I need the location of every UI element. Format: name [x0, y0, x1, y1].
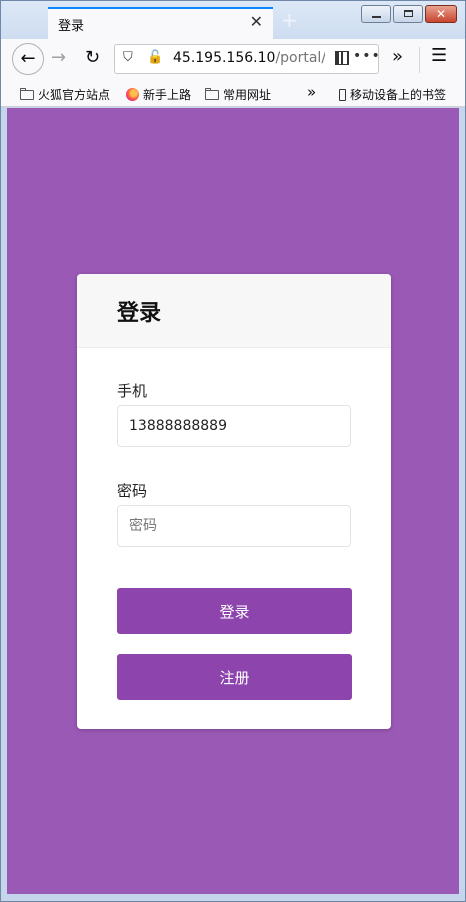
- minimize-icon: [372, 16, 381, 18]
- back-button[interactable]: ←: [12, 43, 44, 75]
- tracking-shield-icon[interactable]: ⛉: [123, 50, 133, 65]
- toolbar-overflow-icon[interactable]: »: [392, 46, 403, 67]
- hamburger-menu-icon[interactable]: ☰: [431, 45, 447, 66]
- toolbar-separator: [419, 47, 420, 73]
- url-bar[interactable]: ⛉ 🔓 45.195.156.10/portal/u •••: [114, 44, 379, 74]
- qr-code-icon[interactable]: [335, 51, 349, 65]
- insecure-connection-icon[interactable]: 🔓: [147, 50, 163, 65]
- page-content: 登录 手机 密码 登录 注册: [7, 108, 459, 894]
- bookmark-label: 火狐官方站点: [38, 88, 111, 102]
- login-card: 登录 手机 密码 登录 注册: [77, 274, 391, 729]
- bookmark-common-sites[interactable]: 常用网址: [205, 86, 271, 103]
- bookmark-label: 新手上路: [143, 88, 192, 102]
- window-bottom-border: [1, 894, 465, 901]
- bookmark-label: 常用网址: [223, 88, 272, 102]
- tab-login[interactable]: 登录 ✕: [48, 7, 273, 39]
- tab-title: 登录: [58, 19, 85, 34]
- url-path: /portal/u: [275, 50, 325, 66]
- firefox-icon: [126, 88, 139, 101]
- url-host: 45.195.156.10: [173, 50, 276, 66]
- navigation-toolbar: ← → ↻ ⛉ 🔓 45.195.156.10/portal/u ••• » ☰: [1, 39, 465, 81]
- bookmark-label: 移动设备上的书签: [350, 88, 447, 102]
- register-button[interactable]: 注册: [117, 654, 352, 700]
- page-title: 登录: [117, 301, 162, 326]
- password-input[interactable]: [117, 505, 351, 547]
- phone-label: 手机: [117, 382, 148, 400]
- phone-input[interactable]: [117, 405, 351, 447]
- tab-strip: 登录 ✕ + ✕: [1, 1, 465, 39]
- bookmarks-toolbar: 火狐官方站点 新手上路 常用网址 » 移动设备上的书签: [1, 81, 465, 107]
- new-tab-icon[interactable]: +: [281, 8, 298, 32]
- reload-icon[interactable]: ↻: [85, 47, 100, 68]
- folder-icon: [20, 88, 34, 100]
- url-text[interactable]: 45.195.156.10/portal/u: [173, 50, 325, 66]
- maximize-button[interactable]: [393, 5, 423, 23]
- back-arrow-icon: ←: [20, 48, 36, 69]
- tab-close-icon[interactable]: ✕: [250, 12, 263, 31]
- close-icon: ✕: [435, 7, 447, 21]
- bookmarks-overflow-icon[interactable]: »: [307, 83, 316, 101]
- browser-window: 登录 ✕ + ✕ ← → ↻ ⛉ 🔓 45.195.156.10/portal/…: [0, 0, 466, 902]
- login-button[interactable]: 登录: [117, 588, 352, 634]
- window-controls: ✕: [361, 5, 457, 23]
- bookmark-getting-started[interactable]: 新手上路: [126, 86, 191, 103]
- password-label: 密码: [117, 482, 148, 500]
- forward-arrow-icon[interactable]: →: [51, 47, 66, 68]
- minimize-button[interactable]: [361, 5, 391, 23]
- phone-icon: [339, 89, 346, 101]
- card-header: 登录: [77, 274, 391, 348]
- folder-icon: [205, 88, 219, 100]
- maximize-icon: [404, 10, 413, 17]
- bookmark-firefox-official[interactable]: 火狐官方站点: [20, 86, 110, 103]
- page-actions-icon[interactable]: •••: [353, 48, 378, 64]
- close-window-button[interactable]: ✕: [425, 5, 457, 23]
- bookmark-mobile[interactable]: 移动设备上的书签: [339, 86, 446, 103]
